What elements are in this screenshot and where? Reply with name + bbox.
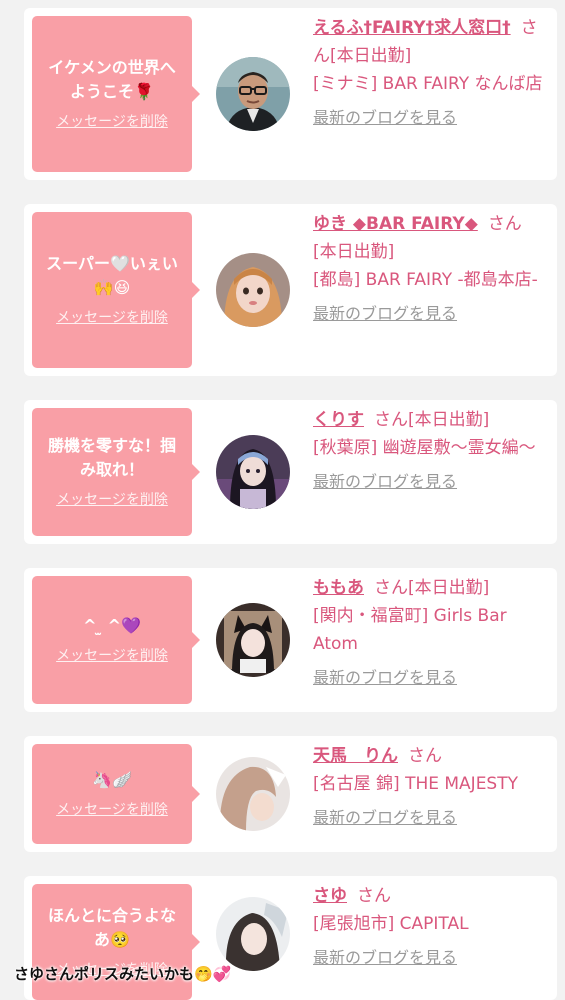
cast-info: さゆ さん [尾張旭市] CAPITAL 最新のブログを見る	[313, 882, 549, 972]
avatar[interactable]	[216, 757, 290, 831]
cast-card: イケメンの世界へようこそ🌹 メッセージを削除 えるふ†FAIRY†求人窓口† さん…	[24, 8, 557, 180]
message-text: スーパー🤍いぇい🙌😆	[46, 254, 178, 297]
attendance-status: [本日出勤]	[330, 46, 412, 66]
message-bubble: スーパー🤍いぇい🙌😆 メッセージを削除	[32, 212, 200, 368]
shop-name: [名古屋 錦] THE MAJESTY	[313, 774, 518, 794]
woman-hair-photo-icon	[216, 757, 290, 831]
honorific: さん	[374, 410, 408, 430]
latest-blog-link[interactable]: 最新のブログを見る	[313, 804, 457, 832]
delete-message-link[interactable]: メッセージを削除	[56, 646, 168, 666]
latest-blog-link[interactable]: 最新のブログを見る	[313, 300, 457, 328]
latest-blog-link[interactable]: 最新のブログを見る	[313, 944, 457, 972]
man-with-glasses-photo-icon	[216, 57, 290, 131]
honorific: さん	[408, 746, 442, 766]
honorific: さん	[374, 578, 408, 598]
cast-info: えるふ†FAIRY†求人窓口† さん[本日出勤] [ミナミ] BAR FAIRY …	[313, 14, 549, 132]
latest-blog-link[interactable]: 最新のブログを見る	[313, 104, 457, 132]
message-text: イケメンの世界へようこそ🌹	[48, 58, 176, 101]
message-bubble: 勝機を零すな！掴み取れ！ メッセージを削除	[32, 408, 200, 536]
cat-ear-woman-photo-icon	[216, 603, 290, 677]
delete-message-link[interactable]: メッセージを削除	[56, 112, 168, 132]
message-bubble: 🦄🪽 メッセージを削除	[32, 744, 200, 844]
delete-message-link[interactable]: メッセージを削除	[56, 490, 168, 510]
avatar[interactable]	[216, 603, 290, 677]
cast-card: ^ ̫ ^💜 メッセージを削除 ももあ さん[本日出勤] [関内・福富町] Gir…	[24, 568, 557, 712]
cast-card: 🦄🪽 メッセージを削除 天馬 りん さん [名古屋 錦] THE MAJESTY …	[24, 736, 557, 852]
shop-name: [関内・福富町] Girls Bar Atom	[313, 606, 507, 654]
shop-name: [尾張旭市] CAPITAL	[313, 914, 469, 934]
attendance-status: [本日出勤]	[408, 410, 490, 430]
cast-name-link[interactable]: さゆ	[313, 886, 347, 906]
attendance-status: [本日出勤]	[408, 578, 490, 598]
delete-message-link[interactable]: メッセージを削除	[56, 308, 168, 328]
delete-message-link[interactable]: メッセージを削除	[56, 800, 168, 820]
cast-message-feed: イケメンの世界へようこそ🌹 メッセージを削除 えるふ†FAIRY†求人窓口† さん…	[0, 0, 565, 1000]
cast-name-link[interactable]: くりす	[313, 410, 364, 430]
woman-selfie-photo-icon	[216, 253, 290, 327]
latest-blog-link[interactable]: 最新のブログを見る	[313, 468, 457, 496]
overlay-caption: さゆさんポリスみたいかも🤭💞	[14, 965, 232, 983]
cast-info: ももあ さん[本日出勤] [関内・福富町] Girls Bar Atom 最新のブ…	[313, 574, 549, 692]
cast-card: スーパー🤍いぇい🙌😆 メッセージを削除 ゆき ◆BAR FAIRY◆ さん [本日…	[24, 204, 557, 376]
woman-portrait-photo-icon	[216, 897, 290, 971]
shop-name: [ミナミ] BAR FAIRY なんば店	[313, 74, 543, 94]
message-text: 勝機を零すな！掴み取れ！	[47, 436, 176, 479]
honorific: さん	[487, 214, 522, 234]
cast-name-link[interactable]: ゆき ◆BAR FAIRY◆	[313, 214, 478, 234]
message-bubble: ^ ̫ ^💜 メッセージを削除	[32, 576, 200, 704]
avatar[interactable]	[216, 253, 290, 327]
avatar[interactable]	[216, 897, 290, 971]
cast-name-link[interactable]: ももあ	[313, 578, 364, 598]
cosplay-woman-photo-icon	[216, 435, 290, 509]
latest-blog-link[interactable]: 最新のブログを見る	[313, 664, 457, 692]
cast-info: ゆき ◆BAR FAIRY◆ さん [本日出勤] [都島] BAR FAIRY -…	[313, 210, 549, 328]
cast-card: 勝機を零すな！掴み取れ！ メッセージを削除 くりす さん[本日出勤] [秋葉原] …	[24, 400, 557, 544]
honorific: さん	[357, 886, 391, 906]
avatar[interactable]	[216, 57, 290, 131]
shop-name: [都島] BAR FAIRY -都島本店-	[313, 270, 538, 290]
cast-name-link[interactable]: えるふ†FAIRY†求人窓口†	[313, 18, 511, 38]
message-text: ^ ̫ ^💜	[83, 616, 141, 635]
attendance-status: [本日出勤]	[313, 242, 395, 262]
message-bubble: イケメンの世界へようこそ🌹 メッセージを削除	[32, 16, 200, 172]
avatar[interactable]	[216, 435, 290, 509]
cast-name-link[interactable]: 天馬 りん	[313, 746, 398, 766]
cast-info: 天馬 りん さん [名古屋 錦] THE MAJESTY 最新のブログを見る	[313, 742, 549, 832]
cast-info: くりす さん[本日出勤] [秋葉原] 幽遊屋敷〜霊女編〜 最新のブログを見る	[313, 406, 549, 496]
message-text: 🦄🪽	[92, 770, 132, 789]
shop-name: [秋葉原] 幽遊屋敷〜霊女編〜	[313, 438, 536, 458]
message-text: ほんとに合うよなあ🥺	[47, 906, 176, 949]
